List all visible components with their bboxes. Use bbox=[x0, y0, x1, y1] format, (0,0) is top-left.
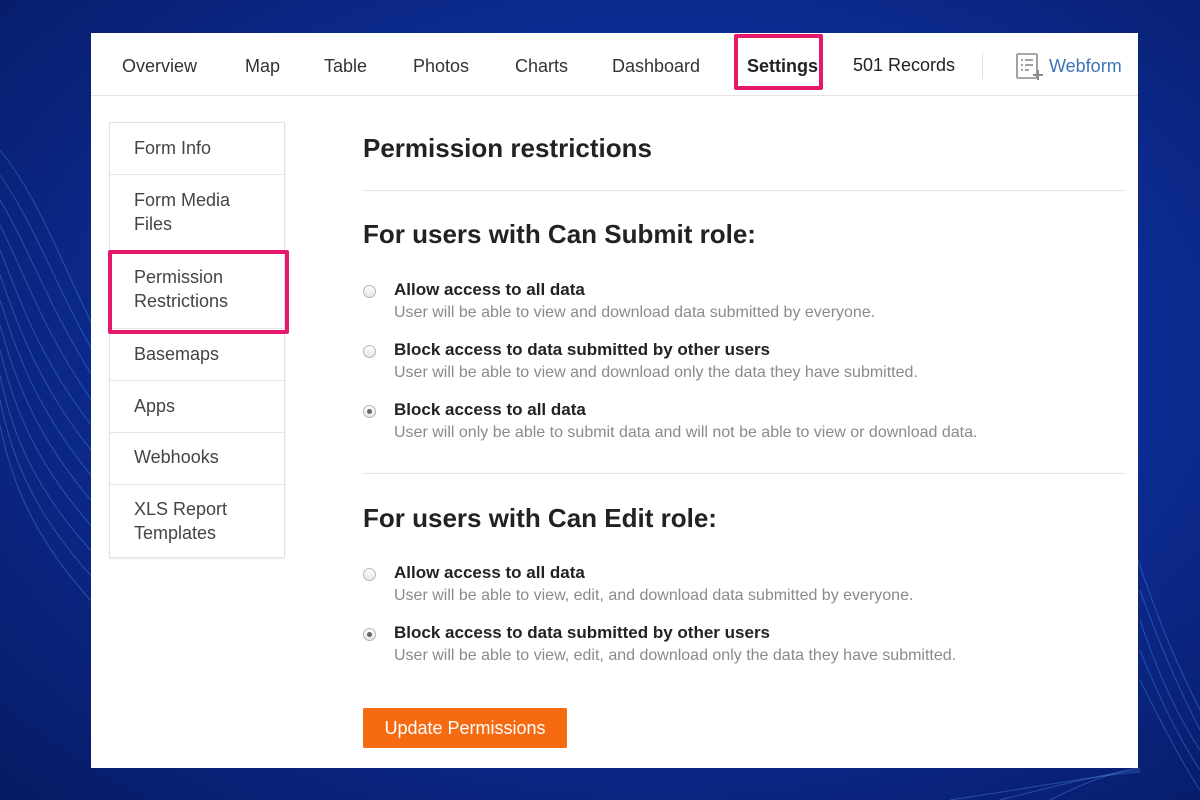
section-title-can-submit: For users with Can Submit role: bbox=[363, 219, 756, 249]
sidebar-item-form-info[interactable]: Form Info bbox=[110, 123, 284, 175]
option-description: User will only be able to submit data an… bbox=[394, 424, 978, 441]
sidebar-item-xls-report-templates[interactable]: XLS Report Templates bbox=[110, 485, 284, 557]
radio-edit-allow-all[interactable] bbox=[363, 568, 376, 581]
page-title: Permission restrictions bbox=[363, 133, 652, 163]
settings-sidebar: Form Info Form Media Files Permission Re… bbox=[109, 122, 285, 558]
option-label: Block access to data submitted by other … bbox=[394, 623, 771, 642]
option-description: User will be able to view, edit, and dow… bbox=[394, 647, 957, 664]
option-label: Block access to all data bbox=[394, 400, 586, 419]
option-label: Allow access to all data bbox=[394, 280, 585, 299]
option-label: Block access to data submitted by other … bbox=[394, 340, 771, 359]
sidebar-item-label-line2: Templates bbox=[134, 523, 217, 543]
divider bbox=[363, 190, 1125, 191]
sidebar-item-label-line2: Files bbox=[134, 214, 173, 234]
divider bbox=[363, 473, 1125, 474]
sidebar-item-label: Form Info bbox=[134, 138, 212, 158]
permission-highlight-box bbox=[108, 250, 289, 334]
sidebar-item-basemaps[interactable]: Basemaps bbox=[110, 329, 284, 381]
sidebar-item-form-media-files[interactable]: Form Media Files bbox=[110, 175, 284, 252]
sidebar-item-label: XLS Report bbox=[134, 499, 228, 519]
sidebar-item-webhooks[interactable]: Webhooks bbox=[110, 433, 284, 485]
option-description: User will be able to view and download d… bbox=[394, 304, 876, 321]
section-title-can-edit: For users with Can Edit role: bbox=[363, 503, 717, 533]
sidebar-item-label: Form Media bbox=[134, 190, 231, 210]
tab-map[interactable]: Map bbox=[245, 33, 280, 95]
sidebar-item-label: Apps bbox=[134, 396, 176, 416]
update-permissions-button[interactable]: Update Permissions bbox=[363, 708, 567, 748]
app-panel: Overview Map Table Photos Charts Dashboa… bbox=[91, 33, 1138, 768]
radio-submit-allow-all[interactable] bbox=[363, 285, 376, 298]
sidebar-item-label: Webhooks bbox=[134, 447, 219, 467]
sidebar-item-label: Basemaps bbox=[134, 344, 220, 364]
tab-overview[interactable]: Overview bbox=[122, 33, 197, 95]
main-content: Permission restrictions For users with C… bbox=[363, 33, 1125, 768]
option-label: Allow access to all data bbox=[394, 563, 585, 582]
radio-edit-block-others[interactable] bbox=[363, 628, 376, 641]
option-description: User will be able to view and download o… bbox=[394, 364, 918, 381]
tab-table[interactable]: Table bbox=[324, 33, 367, 95]
radio-submit-block-others[interactable] bbox=[363, 345, 376, 358]
option-description: User will be able to view, edit, and dow… bbox=[394, 587, 914, 604]
sidebar-item-apps[interactable]: Apps bbox=[110, 381, 284, 433]
radio-submit-block-all[interactable] bbox=[363, 405, 376, 418]
